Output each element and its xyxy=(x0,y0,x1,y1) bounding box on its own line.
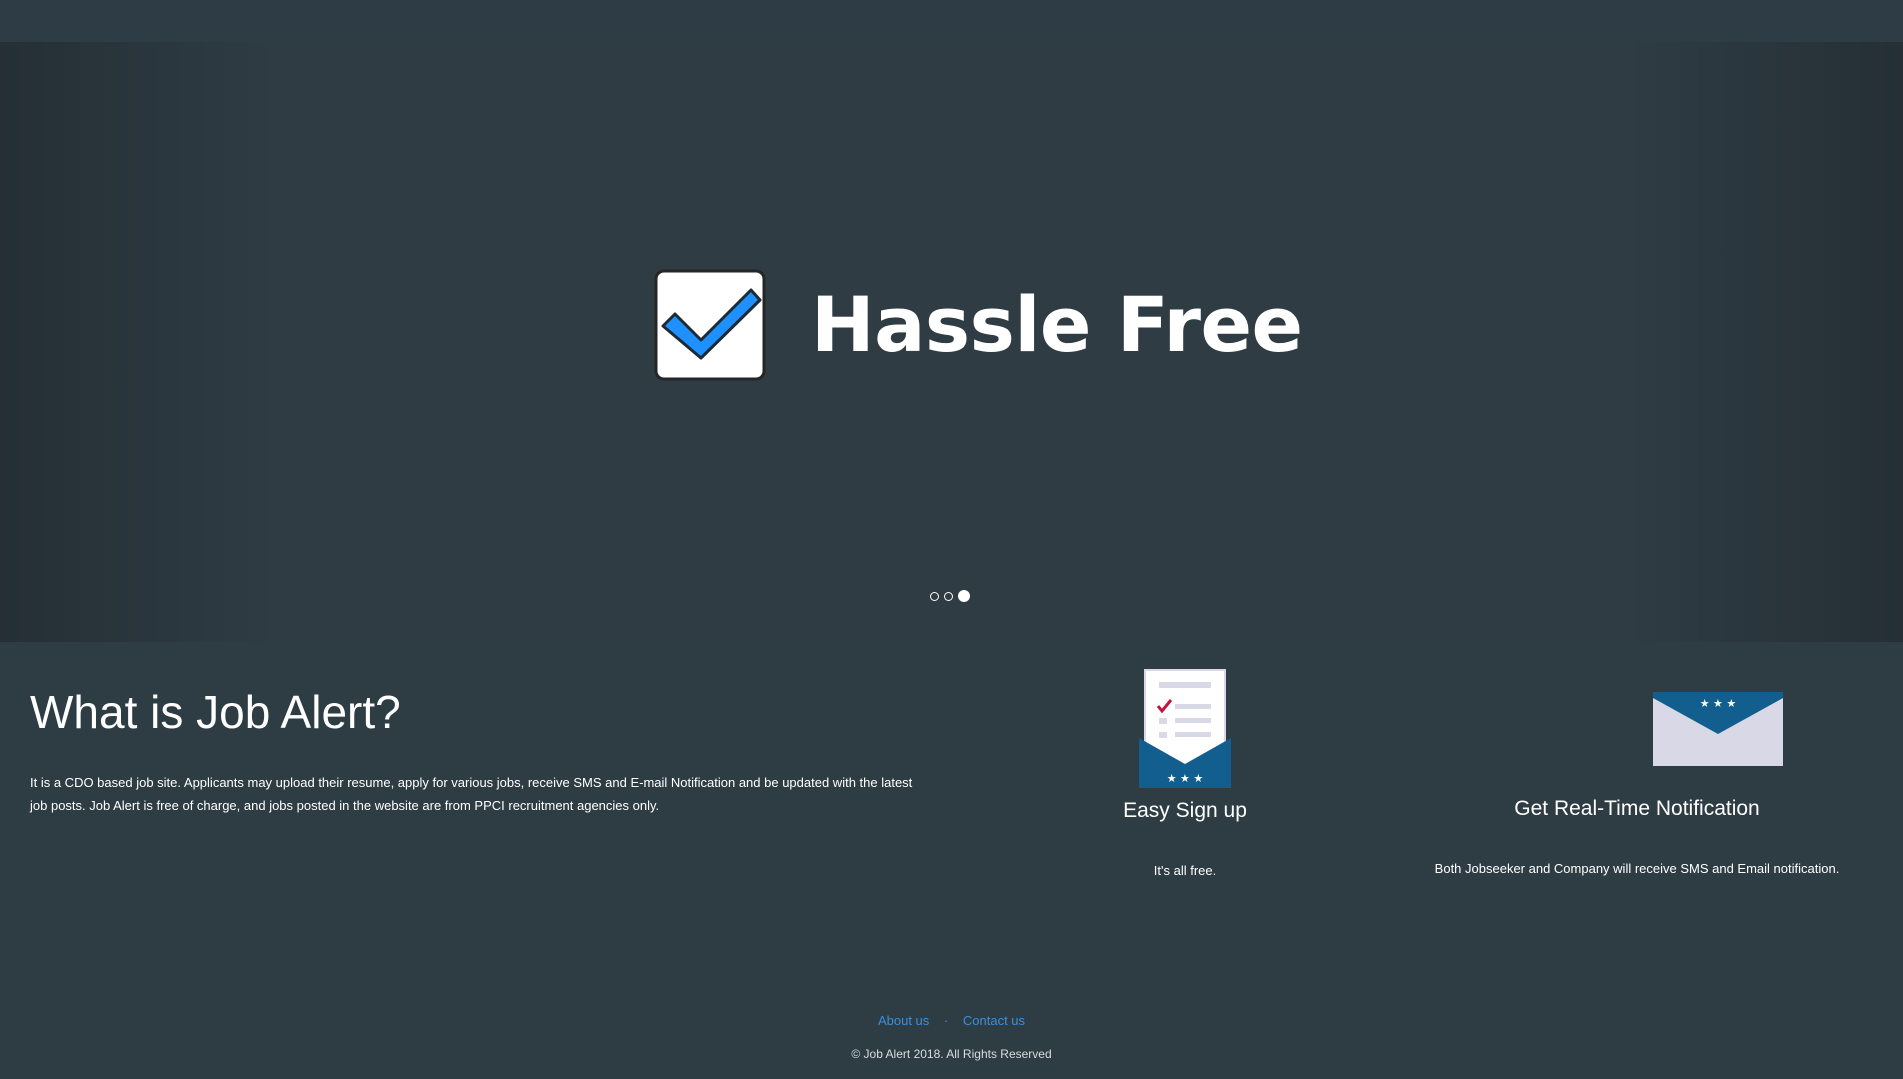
carousel-indicators xyxy=(930,590,970,602)
feature-title: Get Real-Time Notification xyxy=(1514,797,1760,820)
feature-description: It's all free. xyxy=(1153,863,1217,878)
svg-text:★ ★ ★: ★ ★ ★ xyxy=(1167,772,1204,785)
footer-link-about-us[interactable]: About us xyxy=(878,1013,929,1028)
about-heading: What is Job Alert? xyxy=(30,686,401,738)
carousel-indicator-3[interactable] xyxy=(958,590,970,602)
signup-form-envelope-icon: ★ ★ ★ xyxy=(1139,669,1231,788)
hero-carousel: Hassle Free xyxy=(0,42,1903,642)
footer-separator: · xyxy=(943,1013,949,1028)
slide-title: Hassle Free xyxy=(811,280,1303,369)
envelope-notification-icon: ★ ★ ★ xyxy=(1653,692,1783,766)
carousel-indicator-1[interactable] xyxy=(930,591,939,601)
copyright-text: © Job Alert 2018. All Rights Reserved xyxy=(851,1047,1052,1061)
about-description: It is a CDO based job site. Applicants m… xyxy=(30,775,913,813)
footer-links: About us · Contact us xyxy=(0,1013,1903,1028)
feature-realtime-notification: ★ ★ ★ Get Real-Time Notification Both Jo… xyxy=(1410,690,1900,878)
checkbox-checked-icon xyxy=(654,269,766,381)
about-section: What is Job Alert? It is a CDO based job… xyxy=(30,686,930,817)
feature-easy-signup: ★ ★ ★ Easy Sign up It's all free. xyxy=(1085,668,1285,880)
feature-title: Easy Sign up xyxy=(1123,799,1247,822)
footer-link-contact-us[interactable]: Contact us xyxy=(963,1013,1025,1028)
carousel-indicator-2[interactable] xyxy=(944,591,953,601)
feature-description: Both Jobseeker and Company will receive … xyxy=(1434,861,1840,876)
top-navbar xyxy=(0,0,1903,42)
carousel-slide: Hassle Free xyxy=(653,266,1303,384)
svg-text:★ ★ ★: ★ ★ ★ xyxy=(1700,697,1737,710)
